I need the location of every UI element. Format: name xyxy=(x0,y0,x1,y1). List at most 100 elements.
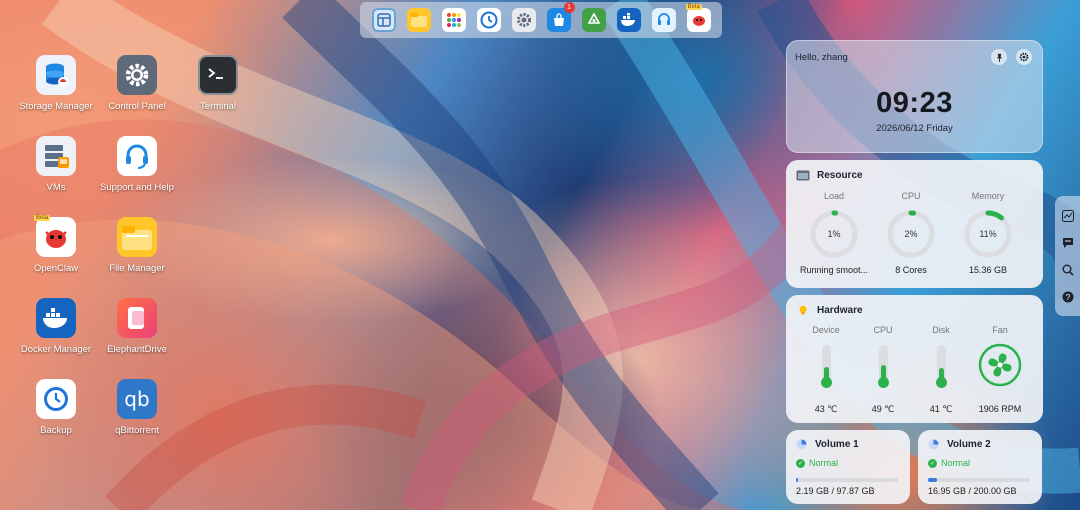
hardware-value: 43 ℃ xyxy=(814,404,838,414)
backup-icon xyxy=(36,379,76,419)
volume-name: Volume 2 xyxy=(947,439,991,450)
lightbulb-icon xyxy=(799,305,807,315)
openclaw-icon[interactable]: Beta xyxy=(685,4,711,32)
resource-value: Running smoot... xyxy=(799,265,869,275)
resource-label: Load xyxy=(823,191,845,201)
desktop-icon-label: OpenClaw xyxy=(33,263,79,274)
desktop-icon-label: qBittorrent xyxy=(115,425,159,436)
support-icon[interactable] xyxy=(651,8,676,32)
check-icon: ✓ xyxy=(928,458,937,468)
file-manager-icon[interactable] xyxy=(406,8,431,32)
memory-ring: 11% xyxy=(963,209,1013,259)
resource-cpu: CPU 2% 8 Cores xyxy=(871,191,951,275)
backup-icon[interactable] xyxy=(476,8,501,32)
docker-icon[interactable] xyxy=(616,8,641,32)
hardware-title-text: Hardware xyxy=(817,305,863,316)
side-toolbar: ? xyxy=(1055,196,1080,316)
pin-icon[interactable] xyxy=(991,49,1007,65)
resource-value: 8 Cores xyxy=(895,265,927,275)
hardware-widget[interactable]: Hardware Device 43 ℃ CPU 49 ℃ Disk 41 ℃ … xyxy=(786,295,1043,423)
desktop-icon-support-and-help[interactable]: Support and Help xyxy=(87,136,187,193)
svg-text:?: ? xyxy=(1065,293,1070,302)
greeting: Hello, zhang xyxy=(795,52,848,63)
cpu-ring: 2% xyxy=(886,209,936,259)
help-icon[interactable]: ? xyxy=(1061,290,1075,304)
resource-percent: 1% xyxy=(827,229,841,239)
desktop-icon-label: Docker Manager xyxy=(20,344,92,355)
beta-tag: Beta xyxy=(34,215,51,221)
activity-chart-icon[interactable] xyxy=(1061,209,1075,223)
docker-icon xyxy=(36,298,76,338)
desktop-icon-label: Terminal xyxy=(200,101,236,112)
terminal-icon xyxy=(198,55,238,95)
resource-value: 15.36 GB xyxy=(968,265,1008,275)
volume-title: Volume 2 xyxy=(928,439,991,450)
hardware-disk: Disk 41 ℃ xyxy=(911,325,971,414)
qbittorrent-icon: qb xyxy=(117,379,157,419)
desktop-icon-label: VMs xyxy=(46,182,66,193)
desktop-icon-label: Control Panel xyxy=(108,101,166,112)
thermometer-icon xyxy=(877,345,889,388)
control-panel-icon[interactable] xyxy=(511,8,536,32)
recycle-icon[interactable] xyxy=(581,8,606,32)
beta-tag: Beta xyxy=(685,4,702,10)
desktop-icon-qbittorrent[interactable]: qb qBittorrent xyxy=(87,379,187,436)
desktop-icon-terminal[interactable]: Terminal xyxy=(168,55,268,112)
desktop-icon-label: Storage Manager xyxy=(19,101,93,112)
hardware-label: Fan xyxy=(992,325,1008,335)
resource-label: Memory xyxy=(971,191,1005,201)
check-icon: ✓ xyxy=(796,458,805,468)
volume-usage: 16.95 GB / 200.00 GB xyxy=(928,486,1017,496)
control-panel-icon xyxy=(117,55,157,95)
hardware-device: Device 43 ℃ xyxy=(796,325,856,414)
desktop-icon-label: Backup xyxy=(40,425,72,436)
storage-manager-icon xyxy=(36,55,76,95)
volume-status: ✓ Normal xyxy=(928,458,970,468)
clock-time: 09:23 xyxy=(876,87,953,119)
hardware-value: 1906 RPM xyxy=(978,404,1022,414)
volume-title: Volume 1 xyxy=(796,439,859,450)
hardware-value: 41 ℃ xyxy=(929,404,953,414)
resource-load: Load 1% Running smoot... xyxy=(794,191,874,275)
monitor-icon xyxy=(796,170,810,181)
gear-icon[interactable] xyxy=(1016,49,1032,65)
vms-icon xyxy=(36,136,76,176)
resource-percent: 11% xyxy=(979,229,997,239)
volume-status-text: Normal xyxy=(809,458,839,468)
taskbar-dock: 1 Beta xyxy=(360,2,722,38)
app-center-icon[interactable] xyxy=(441,8,466,32)
headset-icon xyxy=(117,136,157,176)
qbittorrent-glyph: qb xyxy=(124,387,150,411)
thermometer-icon xyxy=(820,345,832,388)
message-icon[interactable] xyxy=(1061,236,1075,250)
hardware-title: Hardware xyxy=(796,305,863,316)
notification-badge: 1 xyxy=(563,2,575,13)
resource-label: CPU xyxy=(901,191,921,201)
hardware-value: 49 ℃ xyxy=(871,404,895,414)
app-store-icon[interactable]: 1 xyxy=(546,2,575,32)
fan-icon xyxy=(978,343,1022,387)
volume-usage: 2.19 GB / 97.87 GB xyxy=(796,486,875,496)
resource-percent: 2% xyxy=(904,229,918,239)
desktop-icon-file-manager[interactable]: File Manager xyxy=(87,217,187,274)
volume-name: Volume 1 xyxy=(815,439,859,450)
search-icon[interactable] xyxy=(1061,263,1075,277)
window-manager-icon[interactable] xyxy=(371,8,396,32)
volume-usage-bar xyxy=(928,478,1030,482)
desktop-icon-label: Support and Help xyxy=(100,182,174,193)
hardware-label: Disk xyxy=(932,325,950,335)
elephantdrive-icon xyxy=(117,298,157,338)
load-ring: 1% xyxy=(809,209,859,259)
pie-chart-icon xyxy=(928,439,939,450)
resource-widget[interactable]: Resource Load 1% Running smoot... CPU 2%… xyxy=(786,160,1043,288)
openclaw-icon: Beta xyxy=(34,215,76,257)
volume-status: ✓ Normal xyxy=(796,458,838,468)
pie-chart-icon xyxy=(796,439,807,450)
thermometer-icon xyxy=(935,345,947,388)
volume-usage-bar xyxy=(796,478,898,482)
hardware-label: Device xyxy=(812,325,840,335)
resource-memory: Memory 11% 15.36 GB xyxy=(948,191,1028,275)
desktop-icon-elephantdrive[interactable]: ElephantDrive xyxy=(87,298,187,355)
volume-1-widget[interactable]: Volume 1 ✓ Normal 2.19 GB / 97.87 GB xyxy=(786,430,910,504)
volume-2-widget[interactable]: Volume 2 ✓ Normal 16.95 GB / 200.00 GB xyxy=(918,430,1042,504)
